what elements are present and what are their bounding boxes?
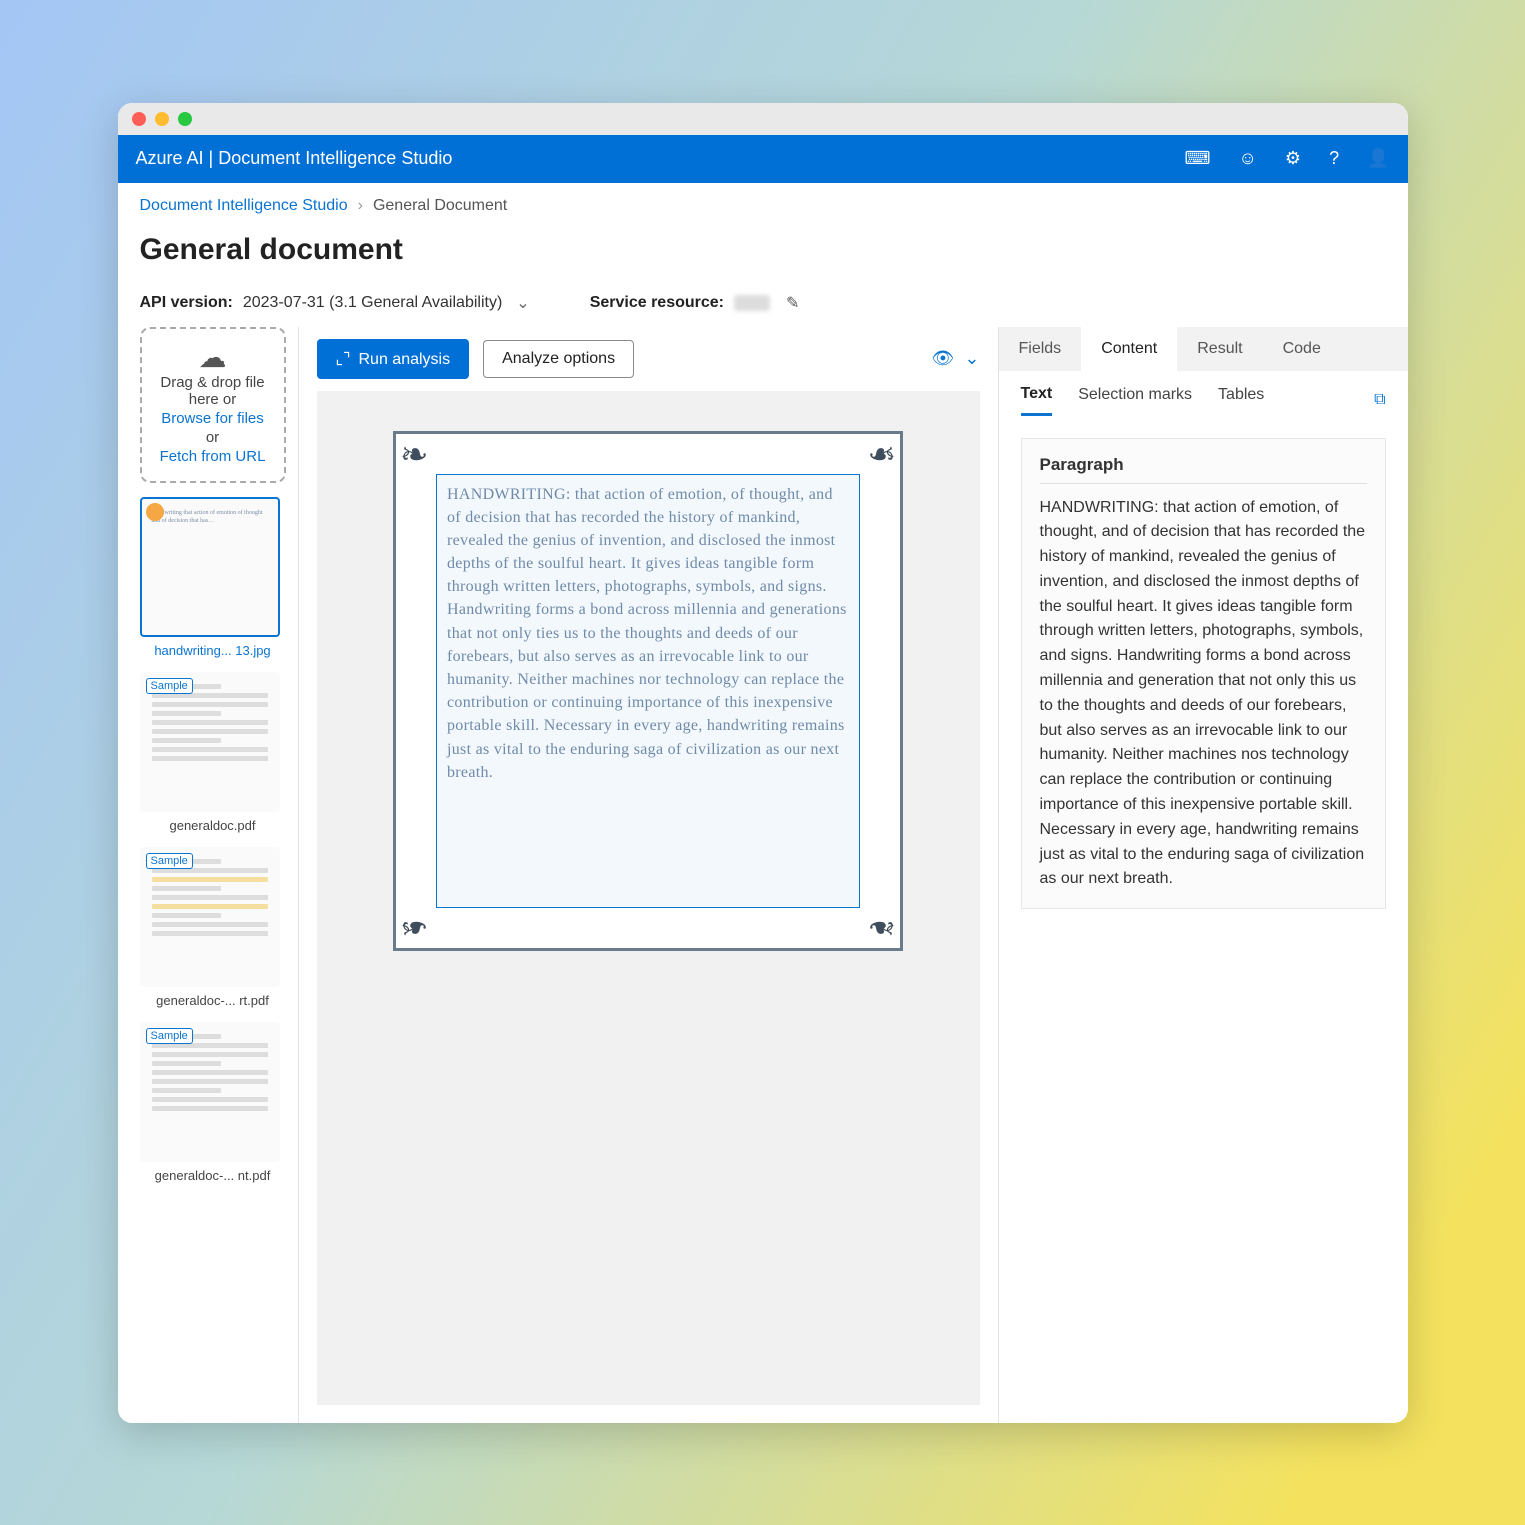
paragraph-body: HANDWRITING: that action of emotion, of … bbox=[1040, 496, 1367, 893]
run-analysis-button[interactable]: ⌞⌝Run analysis bbox=[317, 339, 470, 379]
breadcrumb: Document Intelligence Studio › General D… bbox=[118, 183, 1408, 229]
minimize-window-dot[interactable] bbox=[155, 112, 169, 126]
thumbnail[interactable]: Sample bbox=[140, 672, 280, 812]
paragraph-panel: Paragraph HANDWRITING: that action of em… bbox=[1021, 438, 1386, 910]
thumbnail-caption: handwriting... 13.jpg bbox=[140, 643, 286, 658]
center-pane: ⌞⌝Run analysis Analyze options 👁 ⌄ ❧ ❧ ❧… bbox=[299, 327, 998, 1423]
maximize-window-dot[interactable] bbox=[178, 112, 192, 126]
primary-tabs: FieldsContentResultCode bbox=[999, 327, 1408, 371]
corner-icon: ❧ bbox=[862, 438, 896, 472]
marker-icon bbox=[146, 503, 164, 521]
upload-icon: ☁︎ bbox=[150, 341, 276, 374]
drop-text: Drag & drop file here or bbox=[150, 374, 276, 408]
azure-header: Azure AI | Document Intelligence Studio … bbox=[118, 135, 1408, 183]
account-icon[interactable]: 👤 bbox=[1367, 148, 1389, 169]
sample-badge: Sample bbox=[146, 678, 193, 694]
fetch-url-link[interactable]: Fetch from URL bbox=[150, 448, 276, 465]
help-icon[interactable]: ? bbox=[1329, 148, 1339, 169]
file-sidebar: ☁︎ Drag & drop file here or Browse for f… bbox=[118, 327, 298, 1423]
secondary-tabs: Text Selection marks Tables ⧉ bbox=[999, 371, 1408, 416]
sample-badge: Sample bbox=[146, 853, 193, 869]
subtab-selection-marks[interactable]: Selection marks bbox=[1078, 386, 1192, 414]
thumbnail-caption: generaldoc.pdf bbox=[140, 818, 286, 833]
dropzone[interactable]: ☁︎ Drag & drop file here or Browse for f… bbox=[140, 327, 286, 483]
settings-icon[interactable]: ⚙ bbox=[1285, 148, 1301, 169]
document-canvas[interactable]: ❧ ❧ ❧ ❧ HANDWRITING: that action of emot… bbox=[317, 391, 980, 1405]
thumbnail-caption: generaldoc-... nt.pdf bbox=[140, 1168, 286, 1183]
toolbar: ⌞⌝Run analysis Analyze options 👁 ⌄ bbox=[299, 327, 998, 391]
document-frame: ❧ ❧ ❧ ❧ HANDWRITING: that action of emot… bbox=[393, 431, 903, 951]
api-version-value[interactable]: 2023-07-31 (3.1 General Availability) bbox=[243, 294, 502, 312]
thumbnail-caption: generaldoc-... rt.pdf bbox=[140, 993, 286, 1008]
subtab-tables[interactable]: Tables bbox=[1218, 386, 1264, 414]
page-title: General document bbox=[118, 229, 1408, 285]
mac-titlebar bbox=[118, 103, 1408, 135]
meta-row: API version: 2023-07-31 (3.1 General Ava… bbox=[118, 285, 1408, 327]
corner-icon: ❧ bbox=[400, 438, 434, 472]
or-text: or bbox=[150, 429, 276, 446]
ocr-selection-box[interactable]: HANDWRITING: that action of emotion, of … bbox=[436, 474, 860, 908]
scan-icon: ⌞⌝ bbox=[336, 351, 351, 368]
service-resource-label: Service resource: bbox=[590, 294, 724, 312]
tab-content[interactable]: Content bbox=[1081, 327, 1177, 371]
app-window: Azure AI | Document Intelligence Studio … bbox=[118, 103, 1408, 1423]
sample-badge: Sample bbox=[146, 1028, 193, 1044]
tab-result[interactable]: Result bbox=[1177, 327, 1262, 371]
browse-files-link[interactable]: Browse for files bbox=[150, 410, 276, 427]
visibility-icon[interactable]: 👁 bbox=[932, 348, 955, 369]
thumbnail[interactable]: Sample bbox=[140, 847, 280, 987]
paragraph-heading: Paragraph bbox=[1040, 455, 1367, 484]
breadcrumb-root[interactable]: Document Intelligence Studio bbox=[140, 197, 348, 215]
tab-fields[interactable]: Fields bbox=[999, 327, 1082, 371]
analyze-options-button[interactable]: Analyze options bbox=[483, 340, 634, 378]
service-resource-value bbox=[734, 295, 770, 311]
chevron-right-icon: › bbox=[358, 197, 363, 215]
corner-icon: ❧ bbox=[400, 910, 434, 944]
results-panel: FieldsContentResultCode Text Selection ma… bbox=[998, 327, 1408, 1423]
tab-code[interactable]: Code bbox=[1263, 327, 1341, 371]
thumbnail[interactable]: Sample bbox=[140, 1022, 280, 1162]
subtab-text[interactable]: Text bbox=[1021, 385, 1053, 416]
api-version-label: API version: bbox=[140, 294, 233, 312]
feedback-icon[interactable]: ☺ bbox=[1239, 148, 1257, 169]
close-window-dot[interactable] bbox=[132, 112, 146, 126]
breadcrumb-current: General Document bbox=[373, 197, 507, 215]
azure-title: Azure AI | Document Intelligence Studio bbox=[136, 148, 453, 169]
edit-icon[interactable]: ✎ bbox=[786, 293, 799, 313]
keyboard-icon[interactable]: ⌨ bbox=[1185, 148, 1211, 169]
chevron-down-icon[interactable]: ⌄ bbox=[964, 348, 979, 369]
corner-icon: ❧ bbox=[862, 910, 896, 944]
chevron-down-icon[interactable]: ⌄ bbox=[516, 293, 529, 313]
copy-icon[interactable]: ⧉ bbox=[1374, 391, 1385, 409]
thumbnail[interactable]: Handwriting that action of emotion of th… bbox=[140, 497, 280, 637]
